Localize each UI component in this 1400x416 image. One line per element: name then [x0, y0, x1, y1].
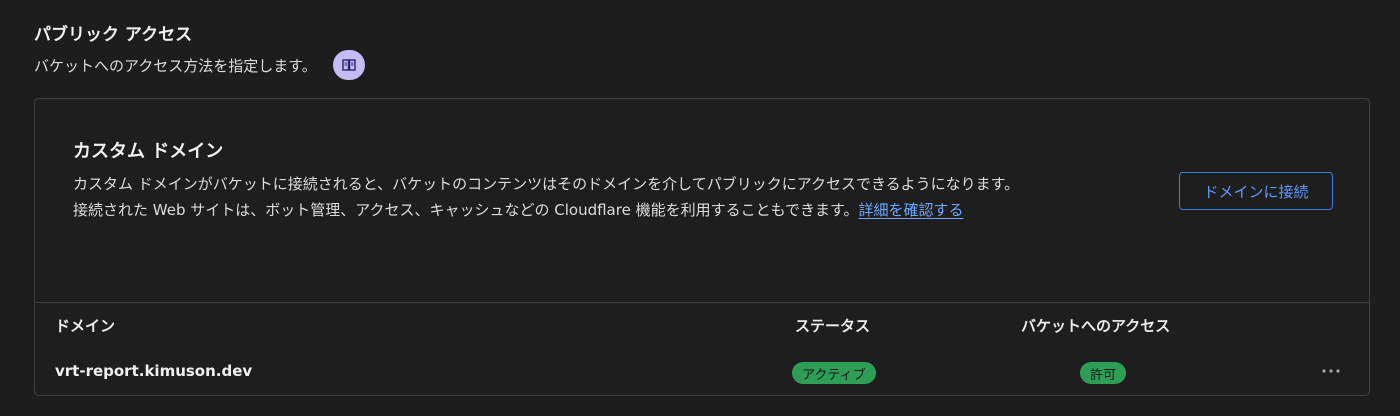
learn-more-link[interactable]: 詳細を確認する [858, 201, 963, 219]
connect-domain-button[interactable]: ドメインに接続 [1179, 172, 1333, 210]
row-menu-button[interactable] [1317, 363, 1345, 379]
bucket-access-badge: 許可 [1080, 362, 1127, 384]
section-title: パブリック アクセス [34, 25, 193, 45]
custom-domain-title: カスタム ドメイン [73, 141, 224, 162]
docs-button[interactable] [332, 50, 365, 80]
domain-cell: vrt-report.kimuson.dev [55, 362, 253, 380]
column-header-bucket-access: バケットへのアクセス [1021, 317, 1171, 335]
section-description-row: バケットへのアクセス方法を指定します。 [34, 50, 365, 80]
column-header-domain: ドメイン [55, 317, 116, 335]
column-header-status: ステータス [795, 317, 871, 335]
more-horizontal-icon [1322, 369, 1340, 373]
custom-domain-description: カスタム ドメインがバケットに接続されると、バケットのコンテンツはそのドメインを… [73, 171, 1023, 223]
divider [35, 302, 1369, 303]
book-icon [342, 59, 356, 71]
status-badge: アクティブ [792, 362, 876, 384]
custom-domain-card: カスタム ドメイン カスタム ドメインがバケットに接続されると、バケットのコンテ… [34, 98, 1370, 396]
section-description: バケットへのアクセス方法を指定します。 [34, 56, 317, 75]
